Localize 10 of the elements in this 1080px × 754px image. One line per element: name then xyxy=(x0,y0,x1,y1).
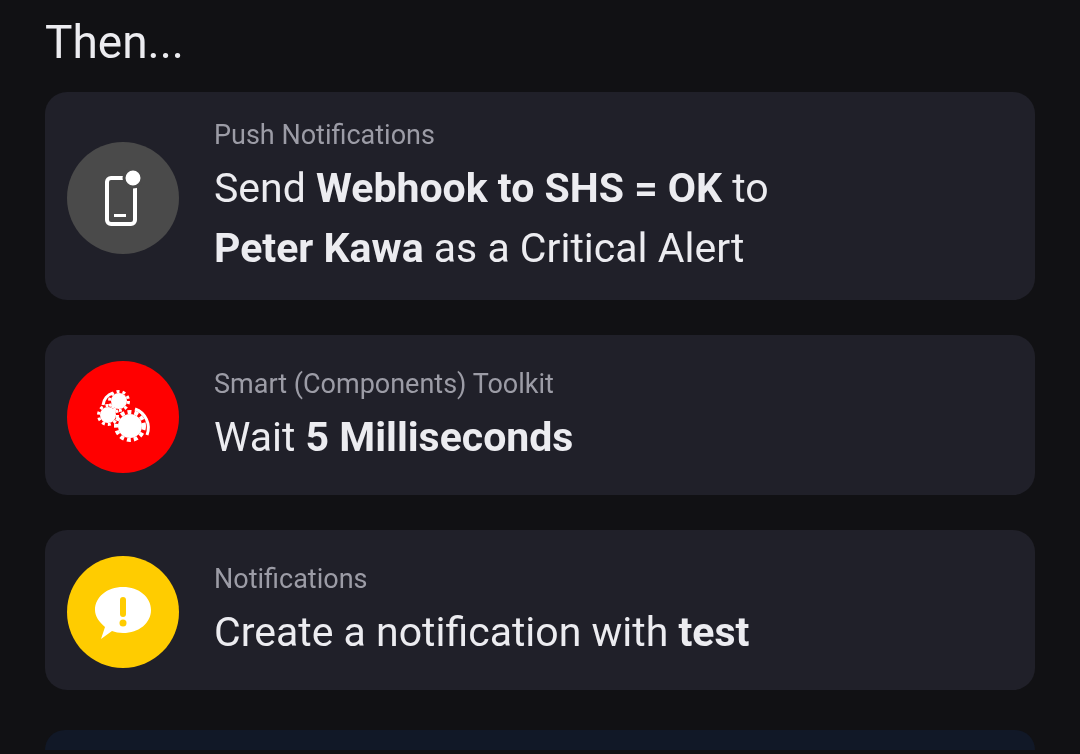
section-heading: Then... xyxy=(45,14,185,71)
action-description: Create a notification with test xyxy=(214,607,750,658)
action-category: Push Notifications xyxy=(214,118,436,152)
action-card[interactable]: Push Notifications Send Webhook to SHS = OK to Peter Kawa as a Critical Alert xyxy=(45,92,1035,300)
action-card[interactable]: Smart (Components) Toolkit Wait 5 Milliseconds xyxy=(45,335,1035,495)
action-description: Wait 5 Milliseconds xyxy=(214,412,574,463)
action-category: Smart (Components) Toolkit xyxy=(214,367,555,401)
action-description: Send Webhook to SHS = OK to Peter Kawa as a Critical Alert xyxy=(214,163,770,274)
action-category: Notifications xyxy=(214,562,369,596)
action-card[interactable]: Notifications Create a notification with test xyxy=(45,530,1035,690)
